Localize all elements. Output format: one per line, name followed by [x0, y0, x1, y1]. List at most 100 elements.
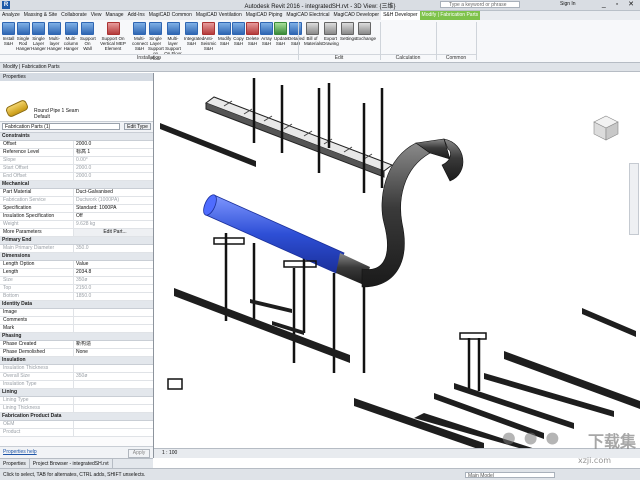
property-value[interactable]: Off [73, 213, 153, 220]
ribbon-button[interactable]: Settings [340, 22, 357, 50]
property-value: 2150.0 [73, 285, 153, 292]
property-name: Phase Demolished [3, 349, 45, 355]
ribbon-tab[interactable]: MagiCAD Common [147, 11, 194, 20]
ribbon-button[interactable]: Anti-Seismic S&H [200, 22, 217, 51]
view-scale[interactable]: 1 : 100 [162, 449, 177, 458]
properties-help-link[interactable]: Properties help [3, 447, 37, 458]
property-name: Part Material [3, 189, 32, 195]
property-value[interactable]: 2000.0 [73, 141, 153, 148]
ribbon-button-icon [274, 22, 287, 35]
ribbon-button-icon [149, 22, 162, 35]
property-value[interactable]: 新构造 [73, 341, 153, 348]
property-value[interactable]: 标高 1 [73, 149, 153, 156]
property-section-header[interactable]: Dimensions [0, 253, 153, 261]
property-section-header[interactable]: Identity Data [0, 301, 153, 309]
window-title: Autodesk Revit 2016 - integratedSH.rvt -… [244, 4, 396, 10]
property-value[interactable] [73, 325, 153, 332]
ribbon-button[interactable]: Single Layer Hanger [31, 22, 46, 51]
property-row: Comments [0, 317, 153, 325]
edit-part-button[interactable]: Edit Part... [73, 229, 153, 236]
ribbon-tab[interactable]: Collaborate [59, 11, 89, 20]
property-section-header[interactable]: Insulation [0, 357, 153, 365]
ribbon-button-label: Delete S&H [246, 36, 260, 46]
property-value[interactable]: Duct-Galvanised [73, 189, 153, 196]
ribbon-tab[interactable]: S&H Developer [381, 11, 420, 20]
ribbon-button[interactable]: Copy S&H [232, 22, 245, 50]
ribbon-tab[interactable]: MagiCAD Electrical [284, 11, 331, 20]
ribbon-button[interactable]: Array S&H [260, 22, 273, 50]
help-search-input[interactable]: Type a keyword or phrase [440, 1, 520, 8]
property-value[interactable] [73, 317, 153, 324]
property-value [73, 381, 153, 388]
ribbon-button[interactable]: Bill of Materials [304, 22, 322, 50]
ribbon-button-icon [289, 22, 302, 35]
property-name: Offset [3, 141, 17, 147]
sign-in-button[interactable]: Sign In [560, 1, 576, 7]
property-value: 0.00° [73, 157, 153, 164]
ribbon-tab[interactable]: Modify | Fabrication Parts [419, 11, 481, 20]
ribbon-separator [298, 22, 299, 60]
property-name: Slope [3, 157, 16, 163]
selected-round-pipe[interactable] [201, 193, 345, 274]
property-value: 2000.0 [73, 165, 153, 172]
ribbon-button[interactable]: Multi-column Hanger [63, 22, 79, 51]
property-section-header[interactable]: Mechanical [0, 181, 153, 189]
property-section-header[interactable]: Constraints [0, 133, 153, 141]
property-value[interactable]: Value [73, 261, 153, 268]
ribbon-tab[interactable]: Manage [103, 11, 125, 20]
property-section-header[interactable]: Primary End [0, 237, 153, 245]
ribbon-button[interactable]: Single Layer Support on Floor [148, 22, 164, 61]
ribbon-button[interactable]: Update S&H [274, 22, 289, 50]
ribbon-button[interactable]: Single Rod Hanger [16, 22, 31, 51]
navigation-bar[interactable] [629, 163, 639, 235]
ribbon-button-icon [16, 22, 30, 35]
ribbon-button[interactable]: Support On Vertical MEP Element [96, 22, 130, 51]
ribbon-button[interactable]: Install S&H [2, 22, 15, 50]
ribbon-tab[interactable]: View [89, 11, 104, 20]
ribbon-tab[interactable]: Massing & Site [22, 11, 59, 20]
ribbon-button[interactable]: Exchange [356, 22, 376, 50]
ribbon-button[interactable]: Support On Wall [80, 22, 96, 51]
model-drawing[interactable] [154, 73, 640, 458]
property-section-header[interactable]: Phasing [0, 333, 153, 341]
property-section-header[interactable]: Lining [0, 389, 153, 397]
ribbon-button-icon [81, 22, 94, 35]
ribbon-tab[interactable]: MagiCAD Ventilation [194, 11, 244, 20]
ribbon-button[interactable]: Multi-layer Hanger [47, 22, 62, 51]
ribbon-tab[interactable]: MagiCAD Piping [244, 11, 285, 20]
properties-palette: Properties Round Pipe 1 Seam Default Fab… [0, 73, 154, 458]
property-value: 2000.0 [73, 173, 153, 180]
property-value: 350.0 [73, 245, 153, 252]
type-name-sub: Default [34, 114, 50, 120]
ribbon-button-label: Update S&H [274, 36, 289, 46]
property-name: Comments [3, 317, 28, 323]
edit-type-button[interactable]: Edit Type [124, 123, 151, 130]
property-value[interactable]: Standard: 1000PA [73, 205, 153, 212]
ribbon-button[interactable]: Modify S&H [218, 22, 231, 50]
3d-view-canvas[interactable]: 1 : 100 [154, 73, 640, 458]
ribbon-button[interactable]: Integrated S&H [184, 22, 204, 50]
ribbon-tab[interactable]: Analyze [0, 11, 22, 20]
property-section-header[interactable]: Fabrication Product Data [0, 413, 153, 421]
watermark-url: xzji.com [578, 456, 612, 465]
ribbon-button[interactable]: Delete S&H [246, 22, 259, 50]
context-mode-bar: Modify | Fabrication Parts [0, 63, 640, 72]
ribbon-button[interactable]: Export Drawing [322, 22, 339, 50]
window-controls[interactable]: _ ▫ ✕ [602, 0, 638, 8]
ribbon-button[interactable]: Multi-connect S&H [132, 22, 148, 51]
property-value[interactable]: 2034.8 [73, 269, 153, 276]
property-sections: Constraints Offset 2000.0 Reference Level 标高… [0, 133, 153, 437]
viewcube[interactable] [591, 113, 621, 143]
ribbon-separator [380, 22, 381, 60]
ribbon-button-label: Settings [340, 36, 357, 41]
ribbon-button[interactable]: Detailed S&H [288, 22, 305, 50]
ribbon-button-label: Install S&H [2, 36, 15, 46]
apply-button[interactable]: Apply [128, 449, 150, 458]
type-selector[interactable]: Round Pipe 1 Seam Default [0, 81, 153, 122]
property-value[interactable] [73, 309, 153, 316]
ribbon-button[interactable]: Multi-layer Support On Floor [164, 22, 182, 56]
property-value[interactable]: None [73, 349, 153, 356]
ribbon-tab[interactable]: Add-Ins [126, 11, 147, 20]
ribbon-tab[interactable]: MagiCAD Developer [332, 11, 382, 20]
instance-filter-dropdown[interactable]: Fabrication Parts (1) [2, 123, 120, 130]
